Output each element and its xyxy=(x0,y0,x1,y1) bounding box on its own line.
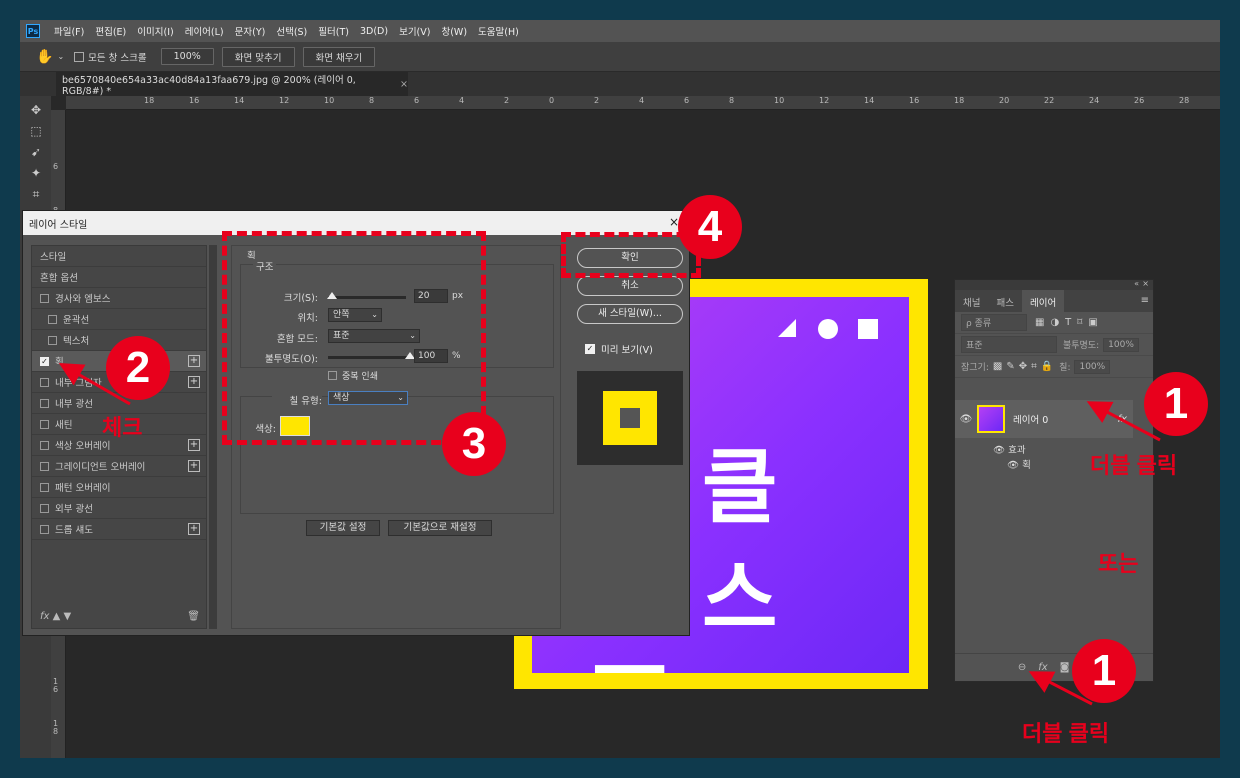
arrow-to-fx-icon xyxy=(1028,671,1093,706)
annotation-arrows xyxy=(58,363,1161,706)
arrow-to-stroke-item xyxy=(58,363,131,406)
photoshop-window: Ps 파일(F) 편집(E) 이미지(I) 레이어(L) 문자(Y) 선택(S)… xyxy=(20,20,1220,758)
arrow-to-layer-row xyxy=(1086,401,1161,442)
